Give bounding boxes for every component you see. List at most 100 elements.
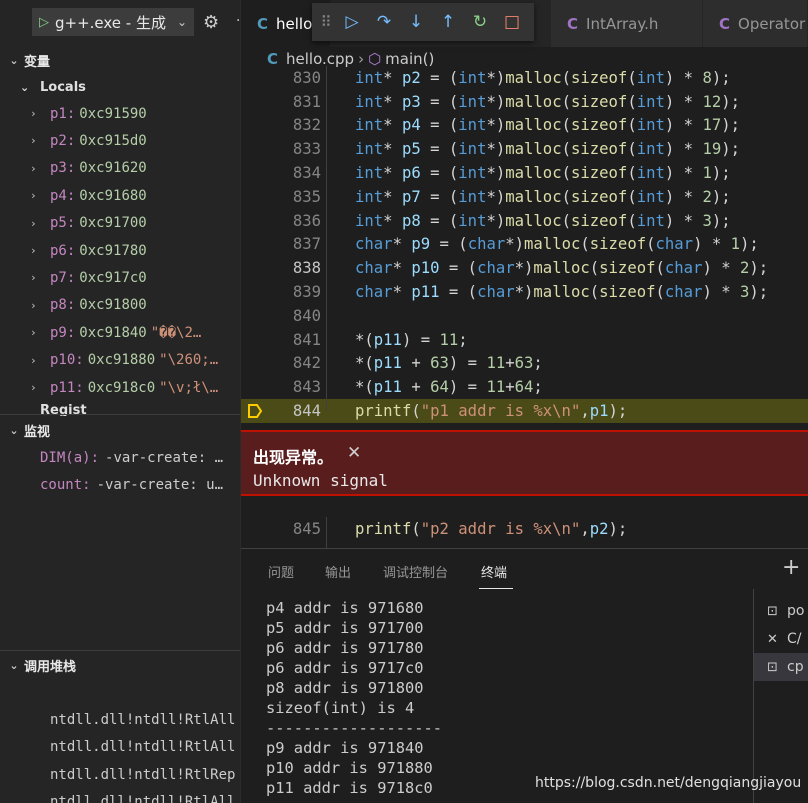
line-number[interactable]: 841 (241, 331, 321, 349)
tab-operator[interactable]: C Operator (703, 0, 808, 47)
variable-string: "��\2… (150, 324, 202, 341)
watch-item[interactable]: DIM(a): -var-create: … (0, 444, 240, 471)
variable-row[interactable]: › p5: 0xc91700 (0, 210, 240, 237)
variable-row[interactable]: › p7: 0xc917c0 (0, 264, 240, 291)
variable-row[interactable]: › p10: 0xc91880 "\260;… (0, 347, 240, 374)
chevron-right-icon[interactable]: › (30, 299, 44, 312)
stack-frame[interactable]: ntdll.dll!ntdll!RtlAll (0, 706, 240, 733)
terminal-item-selected[interactable]: ⊡ cp (754, 653, 808, 681)
variable-row[interactable]: › p3: 0xc91620 (0, 155, 240, 182)
code-text: int* p7 = (int*)malloc(sizeof(int) * 2); (355, 187, 731, 206)
active-tab-indicator (479, 588, 513, 589)
variable-row[interactable]: › p11: 0xc918c0 "\v;ł\… (0, 374, 240, 401)
stack-frame[interactable]: ntdll.dll!ntdll!RtlAll (0, 789, 240, 803)
terminal-item[interactable]: ✕ C/ (754, 625, 808, 653)
code-text: printf("p2 addr is %x\n",p2); (355, 519, 628, 538)
sash[interactable] (0, 414, 240, 415)
line-number[interactable]: 837 (241, 235, 321, 253)
line-number[interactable]: 845 (241, 520, 321, 538)
line-number[interactable]: 833 (241, 140, 321, 158)
tab-terminal[interactable]: 终端 (481, 562, 507, 581)
code-text: char* p9 = (char*)malloc(sizeof(char) * … (355, 235, 759, 254)
line-number[interactable]: 843 (241, 378, 321, 396)
variable-row[interactable]: › p9: 0xc91840 "��\2… (0, 319, 240, 346)
restart-icon[interactable]: ↻ (464, 12, 496, 32)
stack-frame[interactable]: ntdll.dll!ntdll!RtlRep (0, 761, 240, 788)
code-text: *(p11) = 11; (355, 330, 468, 349)
code-text: char* p11 = (char*)malloc(sizeof(char) *… (355, 283, 769, 302)
watch-section-header[interactable]: ⌄ 监视 (0, 417, 240, 443)
call-stack-section-header[interactable]: ⌄ 调用堆栈 (0, 652, 240, 678)
add-terminal-icon[interactable]: + (782, 555, 800, 580)
drag-handle-icon[interactable]: ⠿ (316, 13, 336, 31)
watch-value: -var-create: … (105, 449, 224, 466)
exception-message: Unknown signal (253, 471, 388, 490)
stack-frame[interactable]: ntdll.dll!ntdll!RtlAll (0, 734, 240, 761)
terminal-item[interactable]: ⊡ po (754, 597, 808, 625)
chevron-down-icon[interactable]: ⌄ (4, 54, 24, 67)
chevron-right-icon[interactable]: › (30, 381, 44, 394)
debug-toolbar: ▷ g++.exe - 生成 ⌄ ⚙ · (0, 0, 240, 44)
chevron-down-icon[interactable]: ⌄ (4, 659, 24, 672)
chevron-right-icon[interactable]: › (30, 354, 44, 367)
bottom-panel: 问题 输出 调试控制台 终端 + p4 addr is 971680 p5 add… (241, 548, 808, 803)
line-number[interactable]: 840 (241, 307, 321, 325)
launch-config-select[interactable]: ▷ g++.exe - 生成 ⌄ (32, 8, 194, 36)
variable-row[interactable]: › p8: 0xc91800 (0, 292, 240, 319)
tab-debug-console[interactable]: 调试控制台 (383, 562, 448, 581)
chevron-right-icon[interactable]: › (30, 271, 44, 284)
chevron-right-icon[interactable]: › (30, 244, 44, 257)
variable-name: p4: (50, 187, 76, 204)
step-into-icon[interactable]: ↓ (400, 12, 432, 32)
chevron-right-icon[interactable]: › (30, 326, 44, 339)
variable-value: 0xc91590 (79, 105, 147, 122)
variable-row[interactable]: › p1: 0xc91590 (0, 100, 240, 127)
variable-row[interactable]: › p4: 0xc91680 (0, 182, 240, 209)
indent-guide (326, 66, 327, 411)
chevron-right-icon[interactable]: › (30, 217, 44, 230)
chevron-down-icon[interactable]: ⌄ (20, 81, 34, 94)
line-number[interactable]: 831 (241, 93, 321, 111)
tab-problems[interactable]: 问题 (268, 562, 294, 581)
step-over-icon[interactable]: ↷ (368, 12, 400, 32)
line-number[interactable]: 830 (241, 69, 321, 87)
tab-output[interactable]: 输出 (325, 562, 351, 581)
chevron-right-icon[interactable]: › (30, 162, 44, 175)
chevron-right-icon[interactable]: › (30, 189, 44, 202)
terminal-output[interactable]: p4 addr is 971680 p5 addr is 971700 p6 add… (266, 599, 746, 799)
terminal-line: p4 addr is 971680 (266, 599, 424, 617)
variables-section-header[interactable]: ⌄ 变量 (0, 47, 240, 73)
variable-row[interactable]: › p2: 0xc915d0 (0, 127, 240, 154)
tab-intarray-h[interactable]: C IntArray.h (551, 0, 703, 47)
variable-name: p2: (50, 132, 76, 149)
continue-icon[interactable]: ▷ (336, 12, 368, 32)
line-number[interactable]: 838 (241, 259, 321, 277)
more-icon[interactable]: · (236, 13, 240, 29)
line-number[interactable]: 835 (241, 188, 321, 206)
chevron-down-icon[interactable]: ⌄ (4, 424, 24, 437)
locals-group-header[interactable]: ⌄ Locals (0, 75, 240, 99)
chevron-right-icon[interactable]: › (30, 107, 44, 120)
play-icon[interactable]: ▷ (39, 15, 49, 30)
step-out-icon[interactable]: ↑ (432, 12, 464, 32)
code-text: char* p10 = (char*)malloc(sizeof(char) *… (355, 259, 769, 278)
line-number[interactable]: 834 (241, 164, 321, 182)
line-number[interactable]: 836 (241, 212, 321, 230)
line-number[interactable]: 842 (241, 354, 321, 372)
variable-value: 0xc915d0 (79, 132, 147, 149)
variable-name: p9: (50, 324, 76, 341)
close-icon[interactable]: ✕ (347, 443, 361, 463)
watermark: https://blog.csdn.net/dengqiangjiayou (535, 775, 802, 791)
indent-guide (326, 517, 327, 548)
chevron-right-icon[interactable]: › (30, 134, 44, 147)
sash[interactable] (0, 650, 240, 651)
code-text: int* p8 = (int*)malloc(sizeof(int) * 3); (355, 211, 731, 230)
chevron-down-icon[interactable]: ⌄ (177, 15, 187, 29)
line-number[interactable]: 832 (241, 116, 321, 134)
line-number[interactable]: 839 (241, 283, 321, 301)
gear-icon[interactable]: ⚙ (203, 12, 219, 33)
variable-row[interactable]: › p6: 0xc91780 (0, 237, 240, 264)
stop-icon[interactable]: □ (496, 12, 528, 32)
watch-item[interactable]: count: -var-create: u… (0, 471, 240, 498)
debug-pointer-icon[interactable] (247, 403, 263, 419)
